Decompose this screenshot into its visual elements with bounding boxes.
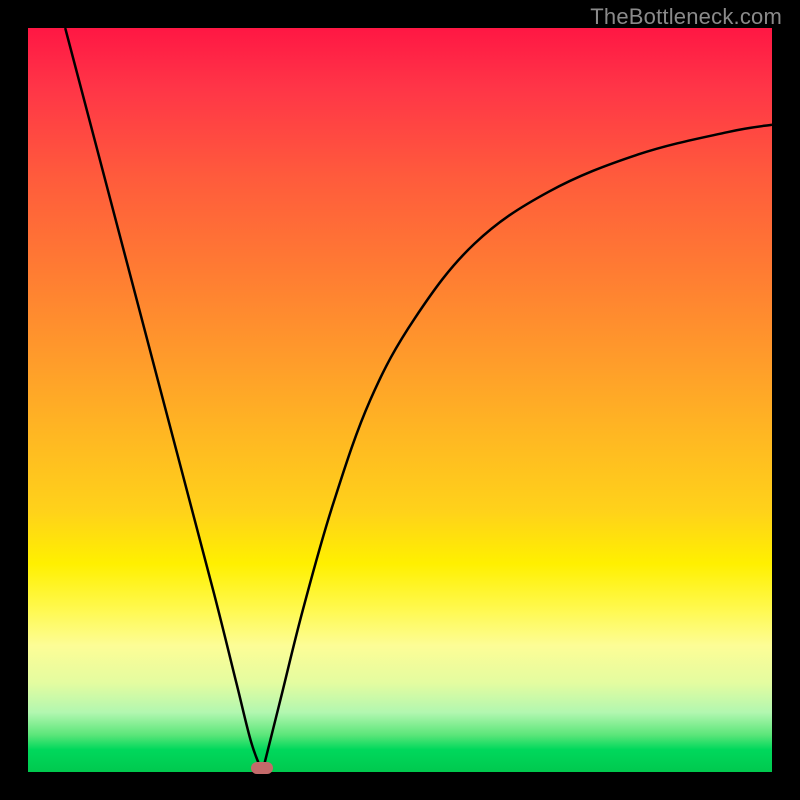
- minimum-marker: [251, 762, 273, 774]
- curve-right: [262, 125, 772, 772]
- chart-curve-svg: [28, 28, 772, 772]
- plot-area: [28, 28, 772, 772]
- watermark-text: TheBottleneck.com: [590, 4, 782, 30]
- curve-left: [65, 28, 262, 772]
